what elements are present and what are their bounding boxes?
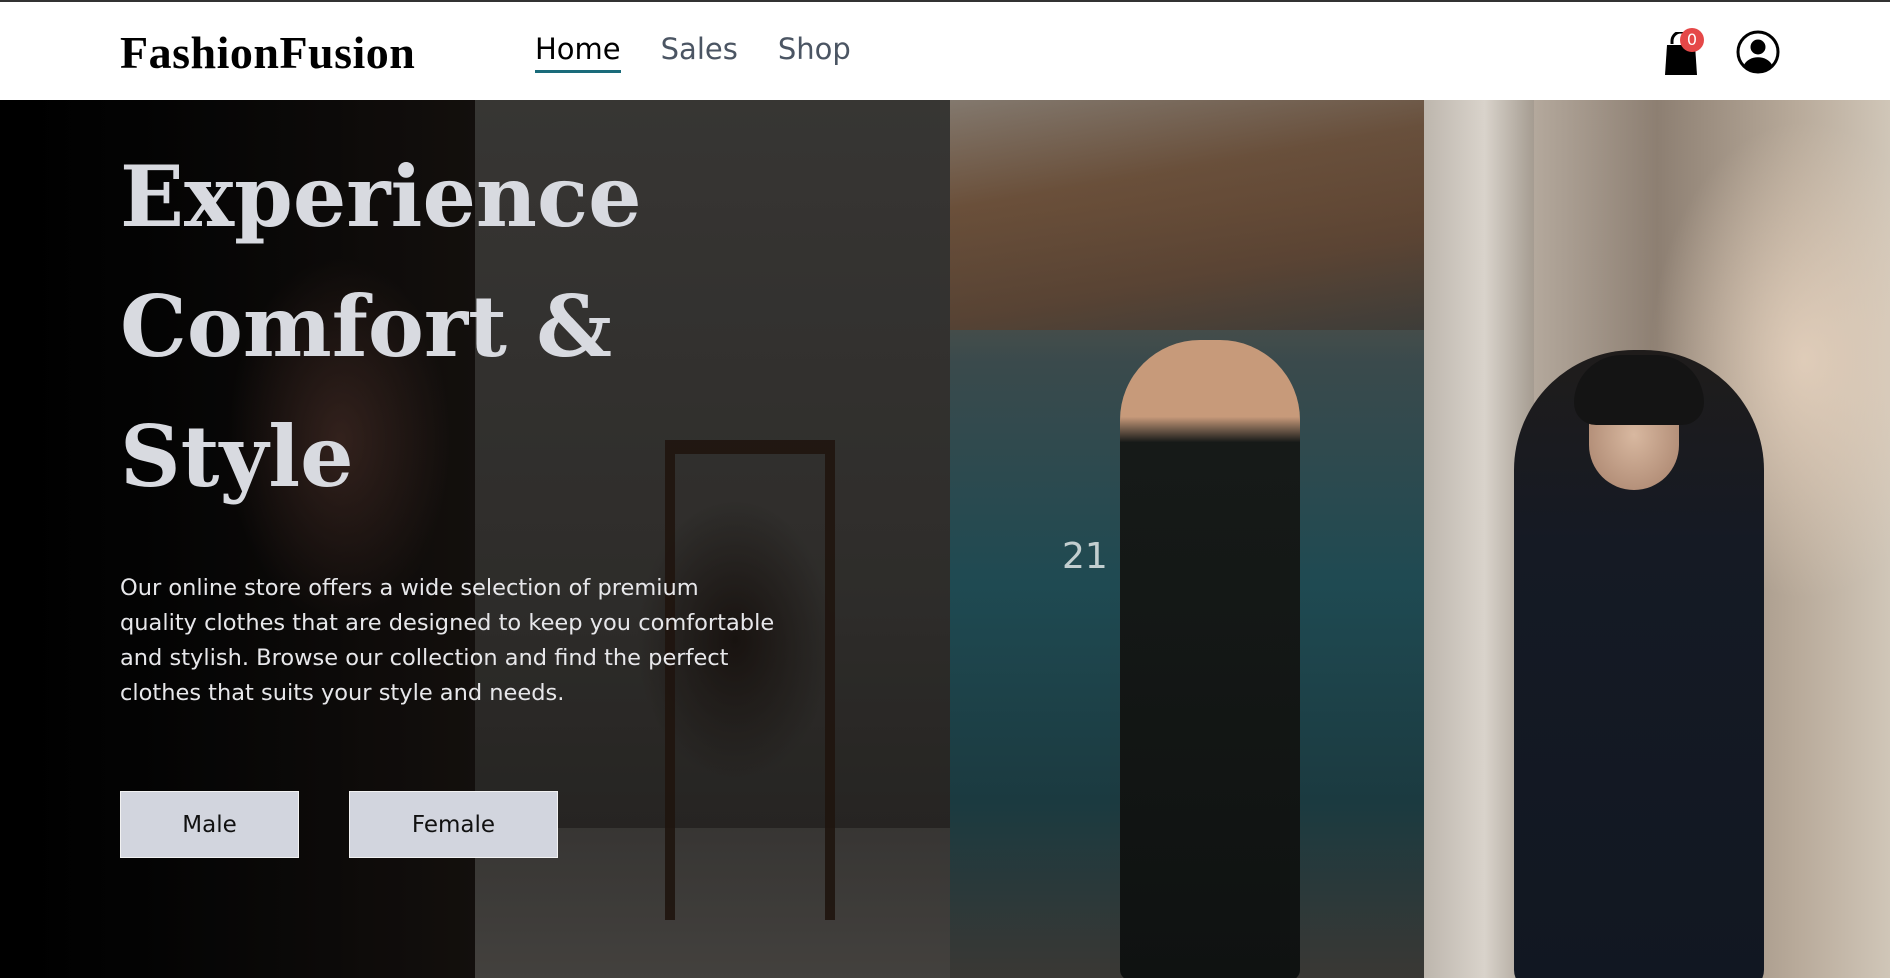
nav-shop[interactable]: Shop [778, 32, 851, 73]
cart-count-badge: 0 [1680, 28, 1704, 52]
hero-description: Our online store offers a wide selection… [120, 575, 775, 706]
model-beret [1574, 355, 1704, 425]
main-nav: Home Sales Shop [535, 32, 851, 73]
rusty-roof [950, 100, 1424, 330]
site-header: FashionFusion Home Sales Shop 0 [0, 0, 1890, 100]
female-button[interactable]: Female [349, 791, 558, 858]
hero-image-woman-leather-jacket: 21 1 [950, 100, 1424, 978]
nav-home[interactable]: Home [535, 32, 621, 73]
user-account-icon [1736, 30, 1780, 74]
model-figure [1120, 340, 1300, 978]
hero-image-woman-trench-coat [1424, 100, 1890, 978]
nav-sales[interactable]: Sales [661, 32, 738, 73]
male-button[interactable]: Male [120, 791, 299, 858]
hero-headline: Experience Comfort & Style [120, 147, 642, 506]
account-button[interactable] [1736, 30, 1780, 74]
cart-button[interactable]: 0 [1662, 28, 1704, 76]
brand-logo[interactable]: FashionFusion [120, 26, 415, 79]
